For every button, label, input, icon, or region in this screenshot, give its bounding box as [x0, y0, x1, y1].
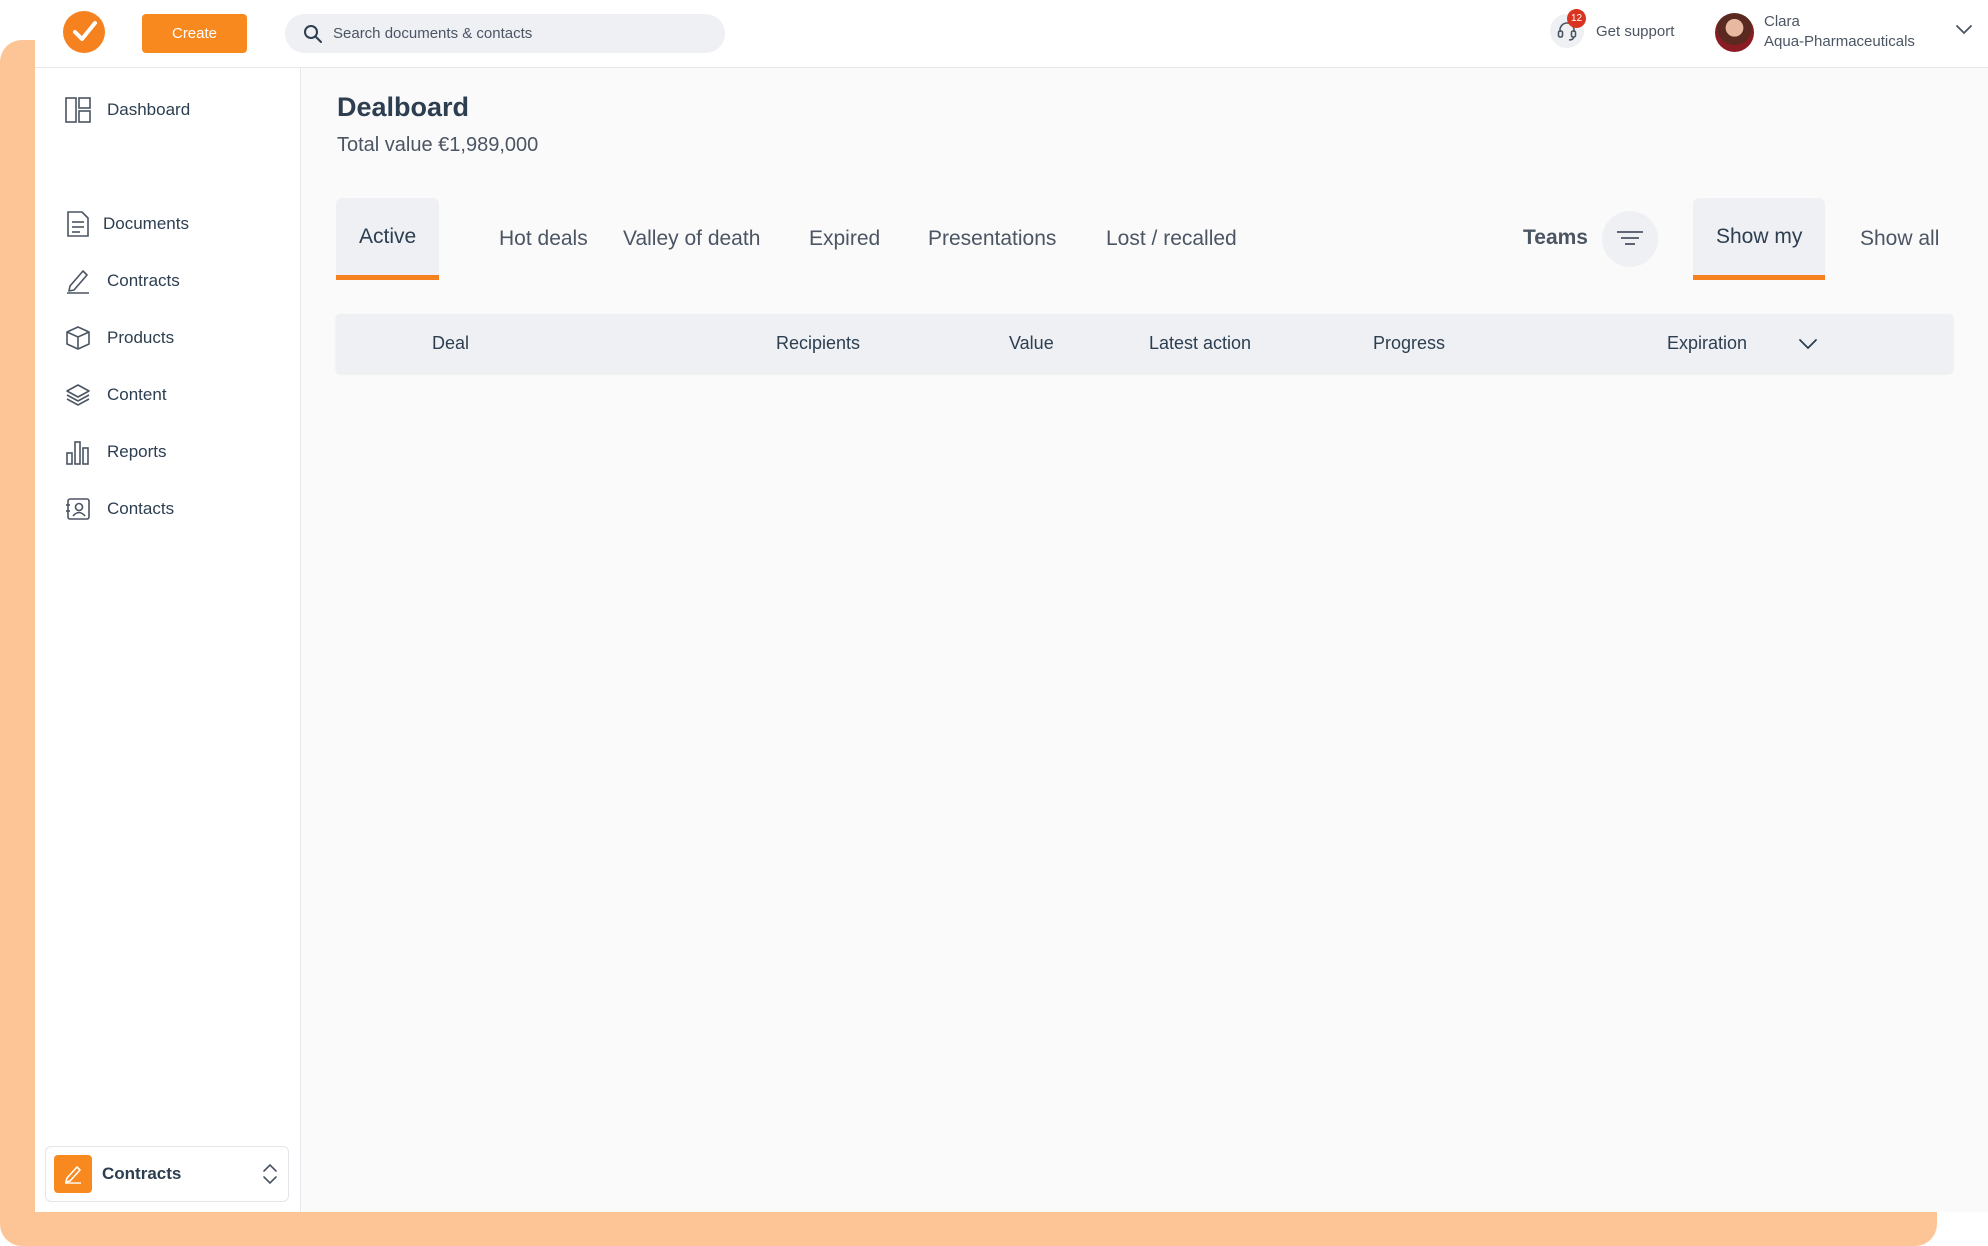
sort-arrows-icon — [263, 1163, 277, 1185]
layers-icon — [63, 380, 93, 410]
tab-expired[interactable]: Expired — [786, 198, 903, 280]
filter-icon — [1617, 231, 1643, 245]
user-name: Clara — [1764, 13, 1800, 30]
tab-presentations[interactable]: Presentations — [905, 198, 1079, 280]
app-logo[interactable] — [63, 11, 105, 53]
search-input[interactable] — [333, 25, 693, 42]
top-bar: Create 12 Get support — [35, 0, 1988, 68]
sidebar-item-label: Contacts — [107, 499, 175, 518]
column-header-progress[interactable]: Progress — [1373, 333, 1445, 354]
workspace-label: Contracts — [102, 1164, 182, 1183]
teams-label: Teams — [1523, 226, 1588, 249]
tab-lost-recalled[interactable]: Lost / recalled — [1083, 198, 1260, 280]
app-window: Create 12 Get support — [35, 0, 1988, 1212]
sort-chevron-down-icon[interactable] — [1798, 338, 1818, 350]
sidebar-item-label: Reports — [107, 442, 167, 461]
chevron-down-icon[interactable] — [1955, 24, 1973, 36]
sidebar-item-contacts[interactable]: Contacts — [63, 492, 174, 526]
sidebar-item-label: Content — [107, 385, 167, 404]
sidebar: Dashboard Documents Contracts Products C — [35, 68, 301, 1212]
column-header-recipients[interactable]: Recipients — [776, 333, 860, 354]
contact-card-icon — [63, 494, 93, 524]
get-support-label: Get support — [1596, 22, 1675, 40]
checkmark-icon — [73, 21, 97, 41]
tab-show-all[interactable]: Show all — [1837, 198, 1962, 280]
teams-filter-button[interactable] — [1602, 211, 1658, 267]
table-header: Deal Recipients Value Latest action Prog… — [336, 314, 1953, 373]
tab-valley-of-death[interactable]: Valley of death — [600, 198, 783, 280]
bar-chart-icon — [63, 437, 93, 467]
tab-show-my[interactable]: Show my — [1693, 198, 1826, 280]
sidebar-item-products[interactable]: Products — [63, 321, 174, 355]
search-icon — [304, 24, 322, 43]
column-header-latest-action[interactable]: Latest action — [1149, 333, 1251, 354]
sidebar-item-documents[interactable]: Documents — [63, 207, 189, 241]
total-value: Total value €1,989,000 — [337, 134, 539, 156]
create-button[interactable]: Create — [142, 14, 247, 53]
user-menu[interactable]: Clara Aqua-Pharmaceuticals — [1715, 12, 1915, 52]
column-header-expiration[interactable]: Expiration — [1667, 333, 1747, 354]
sidebar-item-dashboard[interactable]: Dashboard — [63, 93, 190, 127]
page-title: Dealboard — [337, 92, 470, 122]
headset-icon: 12 — [1550, 9, 1586, 48]
pen-icon — [54, 1155, 92, 1193]
document-icon — [63, 209, 93, 239]
column-header-deal[interactable]: Deal — [432, 333, 469, 354]
sidebar-item-label: Products — [107, 328, 175, 347]
dashboard-icon — [63, 95, 93, 125]
sidebar-item-label: Dashboard — [107, 100, 191, 119]
sidebar-item-label: Documents — [103, 214, 189, 233]
column-header-value[interactable]: Value — [1009, 333, 1054, 354]
workspace-selector[interactable]: Contracts — [45, 1146, 289, 1202]
sidebar-item-reports[interactable]: Reports — [63, 435, 167, 469]
user-company: Aqua-Pharmaceuticals — [1764, 33, 1915, 50]
tab-active[interactable]: Active — [336, 198, 440, 280]
sidebar-item-contracts[interactable]: Contracts — [63, 264, 180, 298]
pen-icon — [63, 266, 93, 296]
search-bar[interactable] — [285, 14, 725, 53]
avatar — [1715, 12, 1754, 52]
box-icon — [63, 323, 93, 353]
tab-hot-deals[interactable]: Hot deals — [476, 198, 611, 280]
get-support-button[interactable]: 12 Get support — [1550, 9, 1675, 48]
notification-badge: 12 — [1567, 9, 1586, 28]
sidebar-item-content[interactable]: Content — [63, 378, 167, 412]
sidebar-item-label: Contracts — [107, 271, 180, 290]
